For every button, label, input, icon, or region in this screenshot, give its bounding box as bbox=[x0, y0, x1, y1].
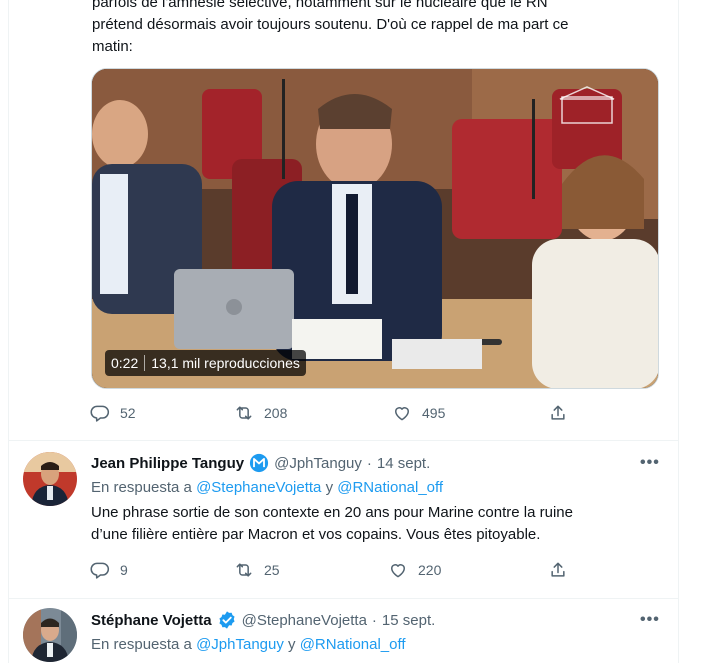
handle[interactable]: @StephaneVojetta bbox=[242, 612, 367, 629]
tweet-divider bbox=[9, 440, 678, 441]
reply-button[interactable]: 52 bbox=[90, 403, 136, 423]
display-name[interactable]: Stéphane Vojetta bbox=[91, 612, 212, 629]
video-thumbnail bbox=[92, 69, 658, 388]
share-icon bbox=[551, 405, 565, 420]
video-badge-separator bbox=[144, 355, 146, 371]
heart-icon bbox=[395, 407, 409, 421]
reply-to-mention[interactable]: @RNational_off bbox=[300, 636, 406, 653]
reply-to-conjunction: y bbox=[288, 636, 296, 653]
like-button[interactable]: 220 bbox=[388, 560, 441, 580]
more-options-icon[interactable]: ••• bbox=[640, 611, 660, 631]
reply-count: 52 bbox=[120, 405, 136, 421]
tweet-text-line: prétend désormais avoir toujours soutenu… bbox=[92, 16, 569, 33]
timestamp[interactable]: 14 sept. bbox=[377, 455, 430, 472]
retweet-button[interactable]: 25 bbox=[234, 560, 280, 580]
verified-badge-icon bbox=[219, 611, 235, 629]
retweet-count: 208 bbox=[264, 405, 288, 421]
reply-icon bbox=[90, 562, 110, 579]
tweet-text-line: d’une filière entière par Macron et vos … bbox=[91, 526, 541, 543]
video-player[interactable] bbox=[91, 68, 659, 389]
retweet-icon bbox=[236, 406, 252, 420]
retweet-button[interactable]: 208 bbox=[234, 403, 287, 423]
share-icon bbox=[551, 562, 565, 577]
reply-to-line: En respuesta a @JphTanguy y @RNational_o… bbox=[91, 636, 406, 653]
like-button[interactable]: 495 bbox=[392, 403, 445, 423]
display-name[interactable]: Jean Philippe Tanguy bbox=[91, 455, 244, 472]
retweet-icon bbox=[236, 563, 252, 577]
tweet-text-line: parfois de l'amnésie sélective, notammen… bbox=[92, 0, 548, 11]
tweet-actions: 9 25 220 bbox=[90, 560, 570, 584]
separator-dot: · bbox=[366, 454, 372, 472]
like-count: 220 bbox=[418, 562, 442, 578]
reply-icon bbox=[90, 405, 110, 422]
avatar[interactable] bbox=[23, 608, 77, 662]
government-badge-icon bbox=[250, 453, 269, 473]
timeline-left-border bbox=[8, 0, 9, 663]
reply-to-mention[interactable]: @StephaneVojetta bbox=[196, 479, 321, 496]
avatar[interactable] bbox=[23, 452, 77, 506]
reply-count: 9 bbox=[120, 562, 128, 578]
video-stats-badge: 0:22 13,1 mil reproducciones bbox=[105, 350, 306, 376]
avatar-image bbox=[23, 452, 77, 506]
reply-to-mention[interactable]: @RNational_off bbox=[337, 479, 443, 496]
timeline-right-border bbox=[678, 0, 679, 663]
reply-header: Stéphane Vojetta @StephaneVojetta · 15 s… bbox=[91, 610, 435, 630]
avatar-image bbox=[23, 608, 77, 662]
tweet-text: parfois de l'amnésie sélective, notammen… bbox=[92, 0, 652, 58]
reply-header: Jean Philippe Tanguy @JphTanguy · 14 sep… bbox=[91, 453, 430, 473]
tweet-text: Une phrase sortie de son contexte en 20 … bbox=[91, 502, 661, 546]
reply-to-mention[interactable]: @JphTanguy bbox=[196, 636, 284, 653]
reply-to-prefix: En respuesta a bbox=[91, 479, 192, 496]
share-button[interactable] bbox=[548, 560, 568, 580]
reply-button[interactable]: 9 bbox=[90, 560, 128, 580]
video-duration: 0:22 bbox=[111, 355, 139, 371]
tweet-text-line: matin: bbox=[92, 38, 133, 55]
reply-to-prefix: En respuesta a bbox=[91, 636, 192, 653]
retweet-count: 25 bbox=[264, 562, 280, 578]
share-button[interactable] bbox=[548, 403, 568, 423]
more-options-icon[interactable]: ••• bbox=[640, 454, 660, 474]
heart-icon bbox=[391, 564, 405, 578]
tweet-actions: 52 208 495 bbox=[90, 403, 570, 427]
video-views: 13,1 mil reproducciones bbox=[151, 355, 300, 371]
reply-to-conjunction: y bbox=[325, 479, 334, 496]
handle[interactable]: @JphTanguy bbox=[274, 455, 362, 472]
like-count: 495 bbox=[422, 405, 446, 421]
separator-dot: · bbox=[371, 611, 377, 629]
tweet-text-line: Une phrase sortie de son contexte en 20 … bbox=[91, 504, 573, 521]
timestamp[interactable]: 15 sept. bbox=[382, 612, 435, 629]
reply-to-line: En respuesta a @StephaneVojetta y @RNati… bbox=[91, 479, 443, 496]
tweet-divider bbox=[9, 598, 678, 599]
